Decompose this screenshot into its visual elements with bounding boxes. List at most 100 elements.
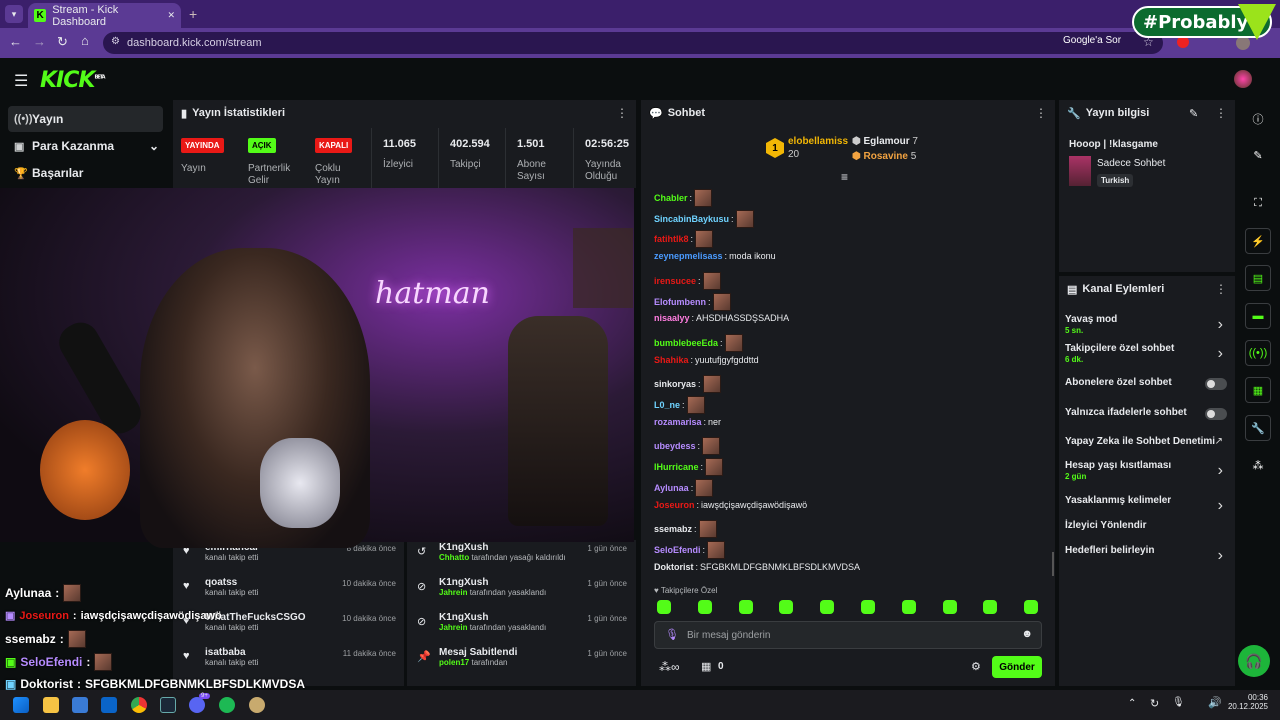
channel-action-row[interactable]: Yalnızca ifadelerle sohbet — [1059, 407, 1235, 433]
chat-username[interactable]: L0_ne — [654, 400, 680, 410]
more-options-icon[interactable]: ⋮ — [1035, 106, 1047, 120]
chat-username[interactable]: Shahika — [654, 355, 689, 365]
steam-icon[interactable] — [160, 697, 176, 713]
leaderboard-user[interactable]: elobellamiss — [788, 136, 848, 147]
chat-username[interactable]: nisaalyy — [654, 313, 690, 323]
chat-username[interactable]: irensucee — [654, 276, 696, 286]
tray-chevron-icon[interactable]: ⌃ — [1128, 698, 1136, 709]
chat-username[interactable]: Aylunaa — [654, 483, 689, 493]
chat-icon[interactable]: ▬ — [1245, 303, 1271, 329]
channel-action-row[interactable]: Abonelere özel sohbet — [1059, 377, 1235, 403]
store-app-icon[interactable] — [72, 697, 88, 713]
site-info-icon[interactable]: ⚙ — [111, 36, 120, 47]
sidebar-item-basarilar[interactable]: 🏆 Başarılar — [8, 160, 163, 186]
mic-tray-icon[interactable]: 🎙 — [1172, 697, 1185, 708]
windows-start-icon[interactable] — [13, 697, 29, 713]
clock[interactable]: 00:36 20.12.2025 — [1226, 693, 1268, 711]
chat-username[interactable]: Elofumbenn — [654, 297, 706, 307]
chat-username[interactable]: ubeydess — [654, 441, 696, 451]
chat-username[interactable]: zeynepmelisass — [654, 251, 723, 261]
chrome-icon[interactable] — [131, 697, 147, 713]
category-thumbnail[interactable] — [1069, 156, 1091, 186]
chat-filter-icon[interactable]: ≡ — [841, 170, 848, 184]
hamburger-menu-icon[interactable]: ☰ — [14, 71, 28, 91]
more-options-icon[interactable]: ⋮ — [1215, 282, 1227, 296]
chat-username[interactable]: Doktorist — [654, 562, 694, 572]
language-tag[interactable]: Turkish — [1097, 174, 1134, 187]
emoji-picker-icon[interactable]: ☻ — [1021, 628, 1033, 640]
channel-action-row[interactable]: Takipçilere özel sohbet 6 dk. › — [1059, 343, 1235, 369]
channel-action-row[interactable]: İzleyici Yönlendir — [1059, 520, 1235, 546]
store-icon[interactable]: ▦ — [701, 660, 711, 673]
quick-emote-icon[interactable] — [942, 600, 957, 614]
channel-action-row[interactable]: Hesap yaşı kısıtlaması 2 gün › — [1059, 460, 1235, 486]
home-icon[interactable]: ⌂ — [81, 33, 89, 48]
lightning-icon[interactable]: ⚡ — [1245, 228, 1271, 254]
chat-username[interactable]: lHurricane — [654, 462, 699, 472]
chat-username[interactable]: rozamarisa — [654, 417, 702, 427]
stream-category[interactable]: Sadece Sohbet — [1097, 158, 1165, 169]
toggle-switch[interactable] — [1205, 408, 1227, 420]
chat-username[interactable]: Joseuron — [654, 500, 695, 510]
activity-actor[interactable]: Chhatto — [439, 553, 469, 562]
activity-actor[interactable]: polen17 — [439, 658, 469, 667]
tab-close-icon[interactable]: ✕ — [167, 10, 175, 21]
edit-pencil-icon[interactable]: ✎ — [1189, 107, 1198, 120]
quick-emote-icon[interactable] — [738, 600, 753, 614]
outlook-icon[interactable] — [101, 697, 117, 713]
quick-emote-icon[interactable] — [697, 600, 712, 614]
layout-icon[interactable]: ▦ — [1245, 377, 1271, 403]
browser-tab[interactable]: K Stream - Kick Dashboard ✕ — [28, 3, 181, 28]
more-options-icon[interactable]: ⋮ — [616, 106, 628, 120]
chat-username[interactable]: SeloEfendi — [654, 545, 701, 555]
fullscreen-icon[interactable]: ⛶ — [1245, 190, 1271, 216]
chat-username[interactable]: ssemabz — [654, 524, 692, 534]
quick-emote-icon[interactable] — [1024, 600, 1039, 614]
tab-list-button[interactable]: ▾ — [5, 5, 23, 23]
chat-username[interactable]: bumblebeeEda — [654, 338, 718, 348]
file-explorer-icon[interactable] — [43, 697, 59, 713]
kick-logo[interactable]: KICKBETA — [40, 68, 106, 93]
notes-icon[interactable]: ▤ — [1245, 265, 1271, 291]
back-icon[interactable]: ← — [9, 34, 22, 49]
volume-icon[interactable]: 🔊 — [1208, 696, 1222, 709]
sync-icon[interactable]: ↻ — [1150, 697, 1159, 710]
discord-icon[interactable] — [189, 697, 205, 713]
activity-actor[interactable]: Jahrein — [439, 588, 467, 597]
microphone-icon[interactable]: 🎙 — [665, 628, 679, 641]
chat-username[interactable]: SincabinBaykusu — [654, 214, 729, 224]
league-icon[interactable] — [249, 697, 265, 713]
new-tab-button[interactable]: + — [189, 6, 197, 22]
send-button[interactable]: Gönder — [992, 656, 1042, 678]
pencil-icon[interactable]: ✎ — [1245, 142, 1271, 168]
activity-actor[interactable]: Jahrein — [439, 623, 467, 632]
chat-settings-icon[interactable]: ⚙ — [971, 660, 981, 673]
quick-emote-icon[interactable] — [861, 600, 875, 614]
quick-emote-icon[interactable] — [983, 600, 998, 614]
sidebar-item-yayin[interactable]: ((•)) Yayın — [8, 106, 163, 132]
forward-icon[interactable]: → — [33, 34, 46, 49]
user-avatar[interactable] — [1234, 70, 1252, 88]
more-options-icon[interactable]: ⋮ — [1215, 106, 1227, 120]
channel-action-row[interactable]: Yasaklanmış kelimeler › — [1059, 495, 1235, 521]
leaderboard-user[interactable]: Eglamour — [864, 136, 910, 147]
channel-action-row[interactable]: Yavaş mod 5 sn. › — [1059, 314, 1235, 340]
loyalty-points-icon[interactable]: ⁂∞ — [659, 660, 680, 674]
spotify-icon[interactable] — [219, 697, 235, 713]
chat-username[interactable]: fatihtlk8 — [654, 234, 689, 244]
chat-input[interactable]: 🎙 Bir mesaj gönderin ☻ — [654, 621, 1042, 649]
support-headset-button[interactable]: 🎧 — [1238, 645, 1270, 677]
channel-action-row[interactable]: Yapay Zeka ile Sohbet Denetimi ↗ — [1059, 436, 1235, 462]
chat-username[interactable]: sinkoryas — [654, 379, 696, 389]
leaderboard-user[interactable]: Rosavine — [864, 151, 908, 162]
info-icon[interactable]: ⓘ — [1245, 106, 1271, 132]
broadcast-signal-icon[interactable]: ((•)) — [1245, 340, 1271, 366]
sidebar-item-para-kazanma[interactable]: ▣ Para Kazanma ⌄ — [8, 133, 163, 159]
quick-emote-icon[interactable] — [779, 600, 794, 614]
community-icon[interactable]: ⁂ — [1245, 452, 1271, 478]
url-field[interactable]: ⚙ dashboard.kick.com/stream Google'a Sor… — [103, 32, 1163, 54]
tools-icon[interactable]: 🔧 — [1245, 415, 1271, 441]
google-ask-button[interactable]: Google'a Sor — [1063, 35, 1121, 46]
chat-username[interactable]: Chabler — [654, 193, 688, 203]
reload-icon[interactable]: ↻ — [57, 34, 68, 50]
